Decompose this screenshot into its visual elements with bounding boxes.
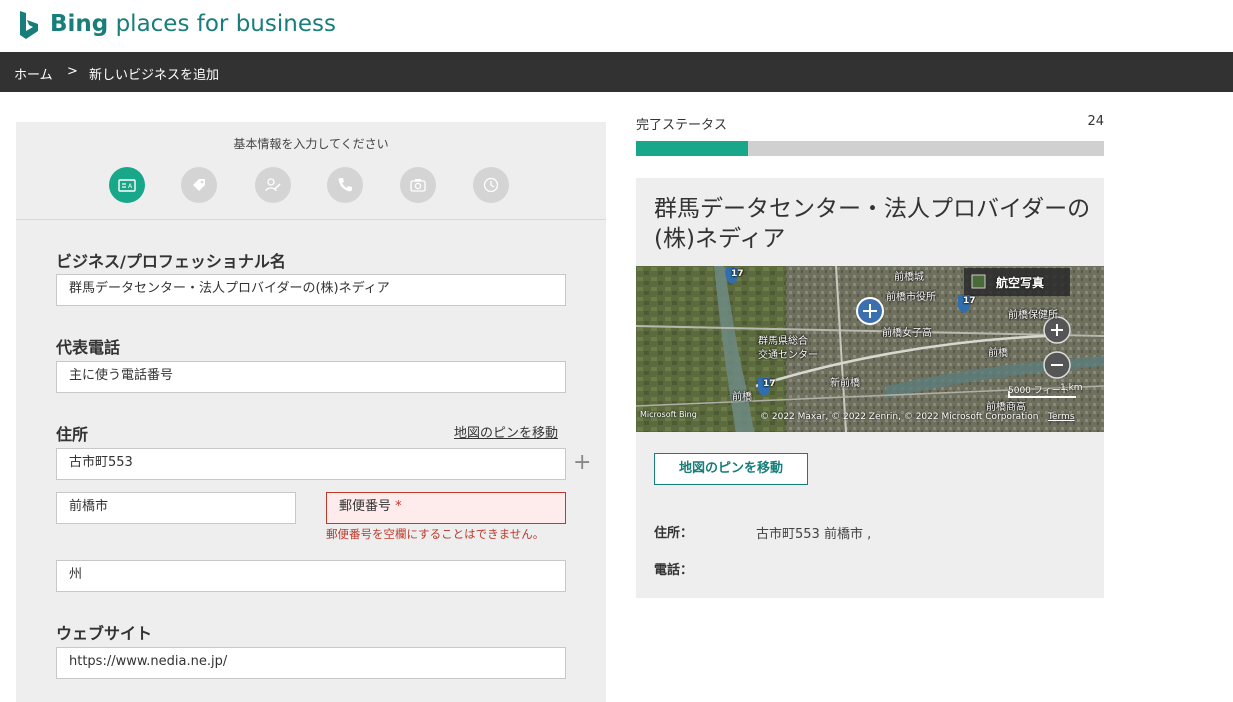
phone-icon xyxy=(338,178,352,192)
app-header: Bing places for business xyxy=(0,0,1233,52)
step-phone[interactable] xyxy=(327,167,363,203)
id-card-icon: A xyxy=(118,179,136,192)
website-label: ウェブサイト xyxy=(56,624,153,643)
map-scale-km: 1 km xyxy=(1060,383,1083,393)
map-label: 前橋 xyxy=(988,348,1008,359)
clock-icon xyxy=(483,177,499,193)
step-photos[interactable] xyxy=(400,167,436,203)
add-address-line-icon[interactable]: + xyxy=(573,452,591,474)
website-field[interactable]: https://www.nedia.ne.jp/ xyxy=(56,647,566,679)
person-edit-icon xyxy=(265,178,281,192)
map-label: 前橋女子高 xyxy=(882,328,932,339)
map-label: 前橋保健所 xyxy=(1008,310,1058,321)
map-copyright: © 2022 Maxar, © 2022 Zenrin, © 2022 Micr… xyxy=(760,412,1039,422)
move-pin-button[interactable]: 地図のピンを移動 xyxy=(654,453,808,485)
map-label: 交通センター xyxy=(758,350,818,361)
form-prompt: 基本情報を入力してください xyxy=(233,137,389,151)
map-label: 前橋城 xyxy=(894,272,924,283)
postal-code-placeholder: 郵便番号 xyxy=(339,499,392,514)
step-category[interactable] xyxy=(181,167,217,203)
street-field[interactable]: 古市町553 xyxy=(56,448,566,480)
city-field[interactable]: 前橋市 xyxy=(56,492,296,524)
state-field[interactable]: 州 xyxy=(56,560,566,592)
completion-status-label: 完了ステータス xyxy=(636,118,728,133)
breadcrumb: ホーム > 新しいビジネスを追加 xyxy=(0,52,1233,92)
preview-address-value: 古市町553 前橋市 , xyxy=(756,527,872,542)
preview-address-label: 住所： xyxy=(654,526,694,541)
brand-name[interactable]: Bing places for business xyxy=(50,11,336,37)
map-label: 17 xyxy=(763,379,776,389)
postal-code-error: 郵便番号を空欄にすることはできません。 xyxy=(326,527,545,541)
map-label: 前橋市役所 xyxy=(886,292,936,303)
map-label: 17 xyxy=(963,296,976,306)
completion-progress-bar xyxy=(636,141,1104,156)
step-hours[interactable] xyxy=(473,167,509,203)
step-contact[interactable] xyxy=(255,167,291,203)
breadcrumb-home[interactable]: ホーム xyxy=(14,64,53,83)
postal-code-field[interactable]: 郵便番号 * xyxy=(326,492,566,524)
bing-map-logo: Microsoft Bing xyxy=(640,410,697,419)
business-name-label: ビジネス/プロフェッショナル名 xyxy=(56,252,286,271)
phone-label: 代表電話 xyxy=(56,338,121,357)
completion-status-value: 24 xyxy=(1087,114,1104,129)
map-label: 前橋商高 xyxy=(986,402,1026,413)
svg-text:A: A xyxy=(128,183,133,190)
aerial-view-button[interactable]: 航空写真 xyxy=(996,274,1044,291)
address-label: 住所 xyxy=(56,425,89,444)
phone-field[interactable]: 主に使う電話番号 xyxy=(56,361,566,393)
business-name-field[interactable]: 群馬データセンター・法人プロバイダーの(株)ネディア xyxy=(56,274,566,306)
tag-icon xyxy=(193,179,205,191)
business-preview-card: 群馬データセンター・法人プロバイダーの(株)ネディア 前橋城 前橋市役所 前橋保… xyxy=(636,178,1104,598)
camera-icon xyxy=(410,179,426,192)
map-label: 17 xyxy=(731,269,744,279)
map-label: 前橋 xyxy=(732,392,752,403)
business-form: 基本情報を入力してください A ビジネス/プロフェッショナル名 群馬データセンタ… xyxy=(16,122,606,702)
completion-progress-fill xyxy=(636,141,749,156)
breadcrumb-separator: > xyxy=(67,64,78,79)
breadcrumb-current: 新しいビジネスを追加 xyxy=(89,68,220,83)
preview-phone-label: 電話： xyxy=(654,563,694,578)
move-pin-link[interactable]: 地図のピンを移動 xyxy=(454,422,558,441)
map-label: 群馬県総合 xyxy=(758,336,808,347)
map-label: 新前橋 xyxy=(830,378,860,389)
step-basic-info[interactable]: A xyxy=(109,167,145,203)
brand-bold: Bing xyxy=(50,11,109,37)
required-mark: * xyxy=(395,499,402,514)
preview-business-title: 群馬データセンター・法人プロバイダーの(株)ネディア xyxy=(654,196,1091,252)
map-view[interactable]: 前橋城 前橋市役所 前橋保健所 群馬県総合 交通センター 前橋女子高 前橋 新前橋 前橋 前橋商高… xyxy=(636,266,1104,432)
bing-logo-icon[interactable] xyxy=(18,11,40,41)
divider xyxy=(16,219,606,220)
brand-rest: places for business xyxy=(115,11,336,37)
map-terms-link[interactable]: Terms xyxy=(1048,412,1075,422)
